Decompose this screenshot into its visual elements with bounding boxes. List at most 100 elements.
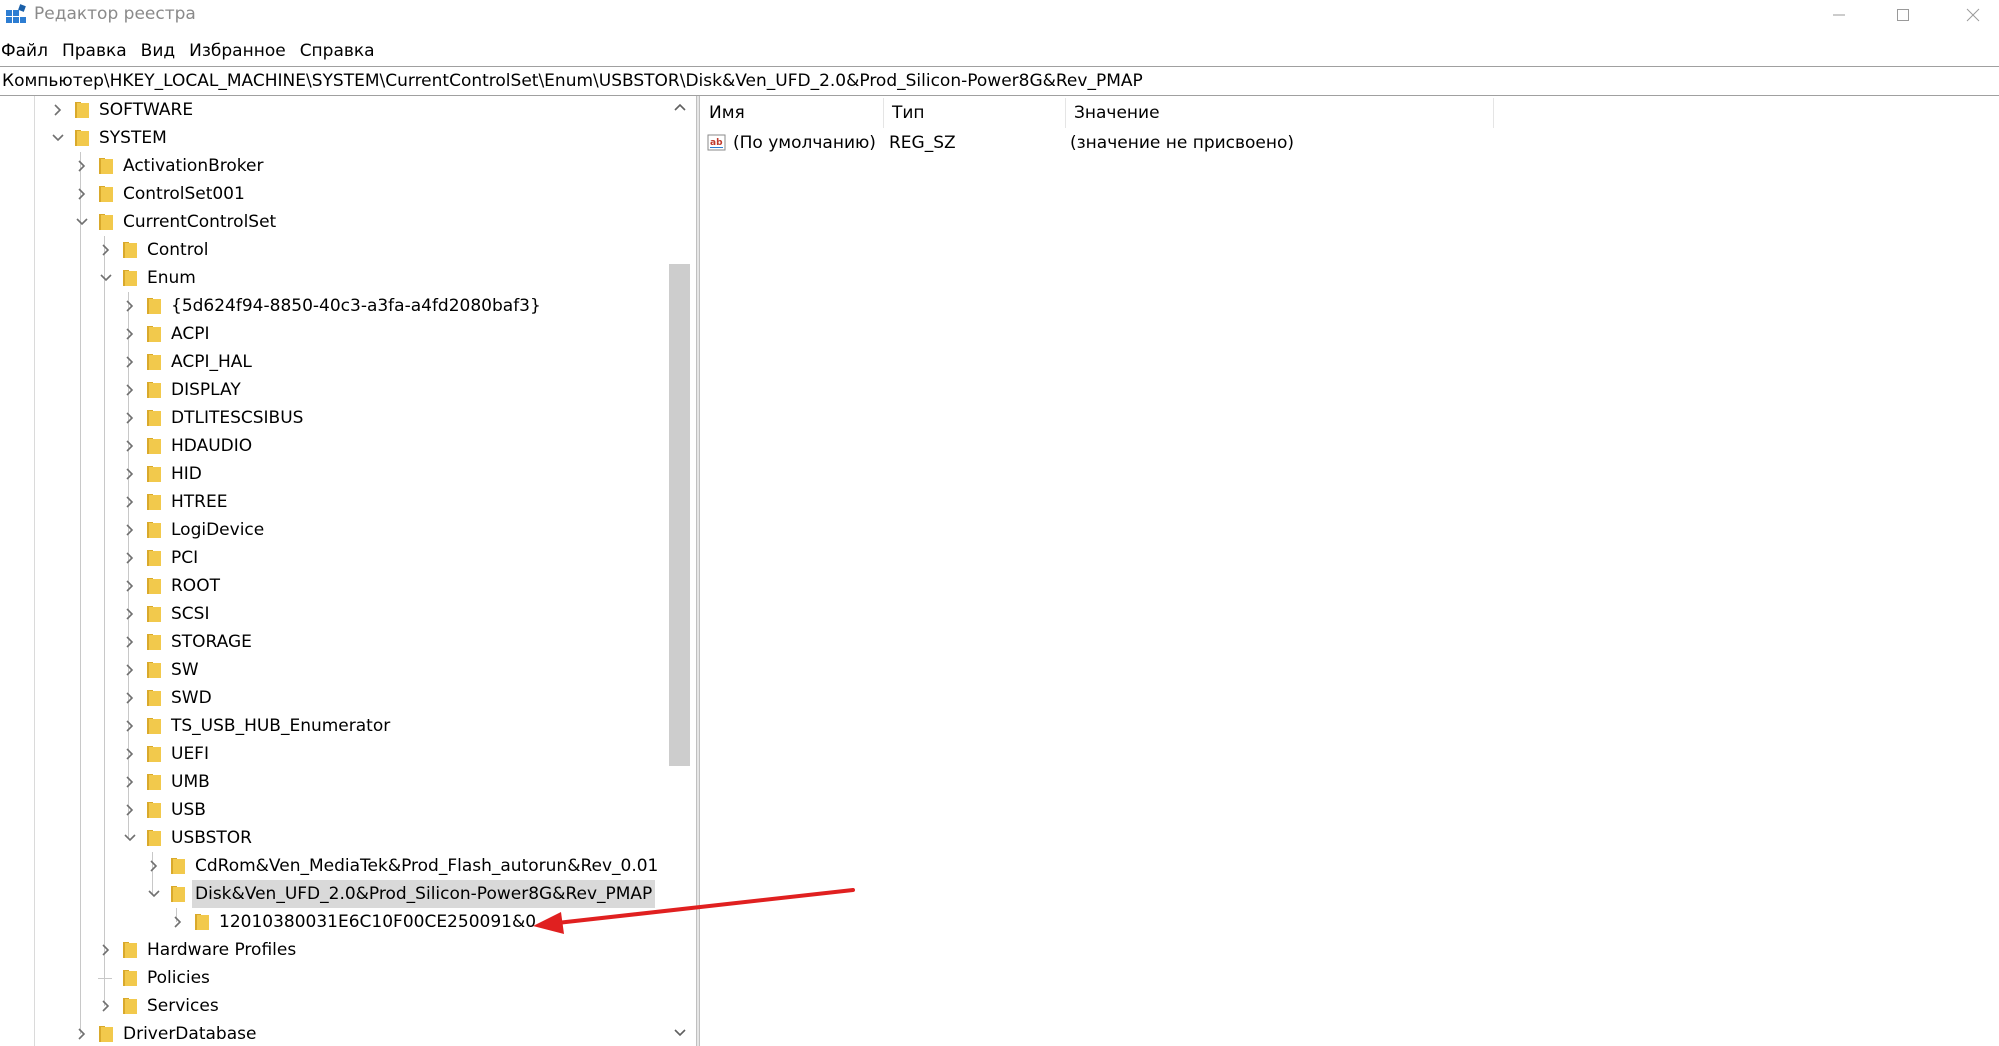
tree-item[interactable]: PCI bbox=[0, 544, 666, 572]
chevron-right-icon[interactable] bbox=[122, 634, 138, 650]
chevron-right-icon[interactable] bbox=[122, 550, 138, 566]
tree-item-label[interactable]: Enum bbox=[144, 264, 199, 292]
chevron-right-icon[interactable] bbox=[122, 802, 138, 818]
tree-item[interactable]: UMB bbox=[0, 768, 666, 796]
tree-item[interactable]: ACPI bbox=[0, 320, 666, 348]
tree-item-label[interactable]: SOFTWARE bbox=[96, 96, 196, 124]
tree-item-label[interactable]: PCI bbox=[168, 544, 201, 572]
chevron-right-icon[interactable] bbox=[122, 354, 138, 370]
chevron-down-icon[interactable] bbox=[74, 214, 90, 230]
tree-item[interactable]: CurrentControlSet bbox=[0, 208, 666, 236]
tree-item-label[interactable]: USB bbox=[168, 796, 209, 824]
chevron-right-icon[interactable] bbox=[98, 242, 114, 258]
chevron-right-icon[interactable] bbox=[122, 438, 138, 454]
tree-item[interactable]: 12010380031E6C10F00CE250091&0 bbox=[0, 908, 666, 936]
chevron-down-icon[interactable] bbox=[122, 830, 138, 846]
tree-item[interactable]: CdRom&Ven_MediaTek&Prod_Flash_autorun&Re… bbox=[0, 852, 666, 880]
tree-item-label[interactable]: CurrentControlSet bbox=[120, 208, 279, 236]
chevron-right-icon[interactable] bbox=[146, 858, 162, 874]
chevron-down-icon[interactable] bbox=[146, 886, 162, 902]
tree-item-label[interactable]: Policies bbox=[144, 964, 213, 992]
pane-splitter[interactable] bbox=[696, 96, 700, 1046]
tree-item[interactable]: SWD bbox=[0, 684, 666, 712]
menu-edit[interactable]: Правка bbox=[61, 38, 133, 64]
tree-item-label[interactable]: UEFI bbox=[168, 740, 212, 768]
minimize-button[interactable] bbox=[1804, 0, 1874, 30]
tree-item[interactable]: {5d624f94-8850-40c3-a3fa-a4fd2080baf3} bbox=[0, 292, 666, 320]
chevron-right-icon[interactable] bbox=[122, 746, 138, 762]
chevron-right-icon[interactable] bbox=[122, 494, 138, 510]
tree-item-label[interactable]: ROOT bbox=[168, 572, 223, 600]
tree-item[interactable]: Policies bbox=[0, 964, 666, 992]
chevron-down-icon[interactable] bbox=[50, 130, 66, 146]
chevron-right-icon[interactable] bbox=[98, 942, 114, 958]
menu-favorites[interactable]: Избранное bbox=[188, 38, 292, 64]
tree-item[interactable]: ROOT bbox=[0, 572, 666, 600]
values-list[interactable]: Имя Тип Значение ab (По умолчанию) REG_S… bbox=[701, 96, 1999, 1046]
address-path[interactable]: Компьютер\HKEY_LOCAL_MACHINE\SYSTEM\Curr… bbox=[2, 71, 1143, 91]
tree-item-label[interactable]: TS_USB_HUB_Enumerator bbox=[168, 712, 393, 740]
tree-item[interactable]: SOFTWARE bbox=[0, 96, 666, 124]
tree-item[interactable]: DriverDatabase bbox=[0, 1020, 666, 1046]
chevron-right-icon[interactable] bbox=[98, 998, 114, 1014]
tree-item[interactable]: ControlSet001 bbox=[0, 180, 666, 208]
tree-item-label[interactable]: Services bbox=[144, 992, 222, 1020]
tree-item-label[interactable]: {5d624f94-8850-40c3-a3fa-a4fd2080baf3} bbox=[168, 292, 544, 320]
column-header-data[interactable]: Значение bbox=[1066, 98, 1494, 128]
menu-view[interactable]: Вид bbox=[140, 38, 181, 64]
tree-item-label[interactable]: Control bbox=[144, 236, 211, 264]
chevron-right-icon[interactable] bbox=[122, 774, 138, 790]
value-row[interactable]: ab (По умолчанию) REG_SZ (значение не пр… bbox=[701, 130, 1999, 156]
tree-item-label[interactable]: ACPI bbox=[168, 320, 212, 348]
tree-item[interactable]: Enum bbox=[0, 264, 666, 292]
chevron-right-icon[interactable] bbox=[122, 298, 138, 314]
tree-item-label[interactable]: DTLITESCSIBUS bbox=[168, 404, 306, 432]
tree-item[interactable]: DTLITESCSIBUS bbox=[0, 404, 666, 432]
tree-item-label[interactable]: SW bbox=[168, 656, 202, 684]
tree-item[interactable]: STORAGE bbox=[0, 628, 666, 656]
chevron-right-icon[interactable] bbox=[122, 718, 138, 734]
tree-item[interactable]: USB bbox=[0, 796, 666, 824]
scroll-thumb[interactable] bbox=[669, 264, 690, 766]
chevron-right-icon[interactable] bbox=[74, 158, 90, 174]
chevron-right-icon[interactable] bbox=[122, 410, 138, 426]
chevron-right-icon[interactable] bbox=[122, 662, 138, 678]
tree-item-label[interactable]: DriverDatabase bbox=[120, 1020, 259, 1046]
tree-item[interactable]: LogiDevice bbox=[0, 516, 666, 544]
chevron-right-icon[interactable] bbox=[74, 1026, 90, 1042]
tree-item-label[interactable]: STORAGE bbox=[168, 628, 255, 656]
tree-item[interactable]: SYSTEM bbox=[0, 124, 666, 152]
chevron-right-icon[interactable] bbox=[170, 914, 186, 930]
column-header-type[interactable]: Тип bbox=[884, 98, 1066, 128]
chevron-right-icon[interactable] bbox=[122, 466, 138, 482]
key-tree[interactable]: SOFTWARE SYSTEM ActivationBroker ControlSet… bbox=[0, 96, 696, 1046]
menu-file[interactable]: Файл bbox=[0, 38, 54, 64]
chevron-right-icon[interactable] bbox=[122, 690, 138, 706]
tree-item[interactable]: HDAUDIO bbox=[0, 432, 666, 460]
tree-item-label[interactable]: SCSI bbox=[168, 600, 212, 628]
tree-item[interactable]: ActivationBroker bbox=[0, 152, 666, 180]
tree-item-label[interactable]: LogiDevice bbox=[168, 516, 267, 544]
tree-item-label[interactable]: 12010380031E6C10F00CE250091&0 bbox=[216, 908, 539, 936]
tree-item[interactable]: TS_USB_HUB_Enumerator bbox=[0, 712, 666, 740]
tree-item-label[interactable]: CdRom&Ven_MediaTek&Prod_Flash_autorun&Re… bbox=[192, 852, 661, 880]
tree-item-label[interactable]: SWD bbox=[168, 684, 215, 712]
tree-item-label[interactable]: UMB bbox=[168, 768, 213, 796]
column-header-name[interactable]: Имя bbox=[701, 98, 884, 128]
tree-item[interactable]: SW bbox=[0, 656, 666, 684]
chevron-right-icon[interactable] bbox=[122, 326, 138, 342]
tree-item[interactable]: HTREE bbox=[0, 488, 666, 516]
tree-item-label[interactable]: Hardware Profiles bbox=[144, 936, 299, 964]
tree-item[interactable]: DISPLAY bbox=[0, 376, 666, 404]
tree-item[interactable]: USBSTOR bbox=[0, 824, 666, 852]
scroll-down-icon[interactable] bbox=[672, 1026, 688, 1040]
tree-item[interactable]: ACPI_HAL bbox=[0, 348, 666, 376]
tree-item-label[interactable]: HDAUDIO bbox=[168, 432, 255, 460]
tree-item-label[interactable]: ACPI_HAL bbox=[168, 348, 255, 376]
close-button[interactable] bbox=[1938, 0, 1999, 30]
chevron-right-icon[interactable] bbox=[50, 102, 66, 118]
maximize-button[interactable] bbox=[1868, 0, 1938, 30]
tree-item[interactable]: Services bbox=[0, 992, 666, 1020]
tree-item[interactable]: SCSI bbox=[0, 600, 666, 628]
address-bar[interactable]: Компьютер\HKEY_LOCAL_MACHINE\SYSTEM\Curr… bbox=[0, 66, 1999, 96]
